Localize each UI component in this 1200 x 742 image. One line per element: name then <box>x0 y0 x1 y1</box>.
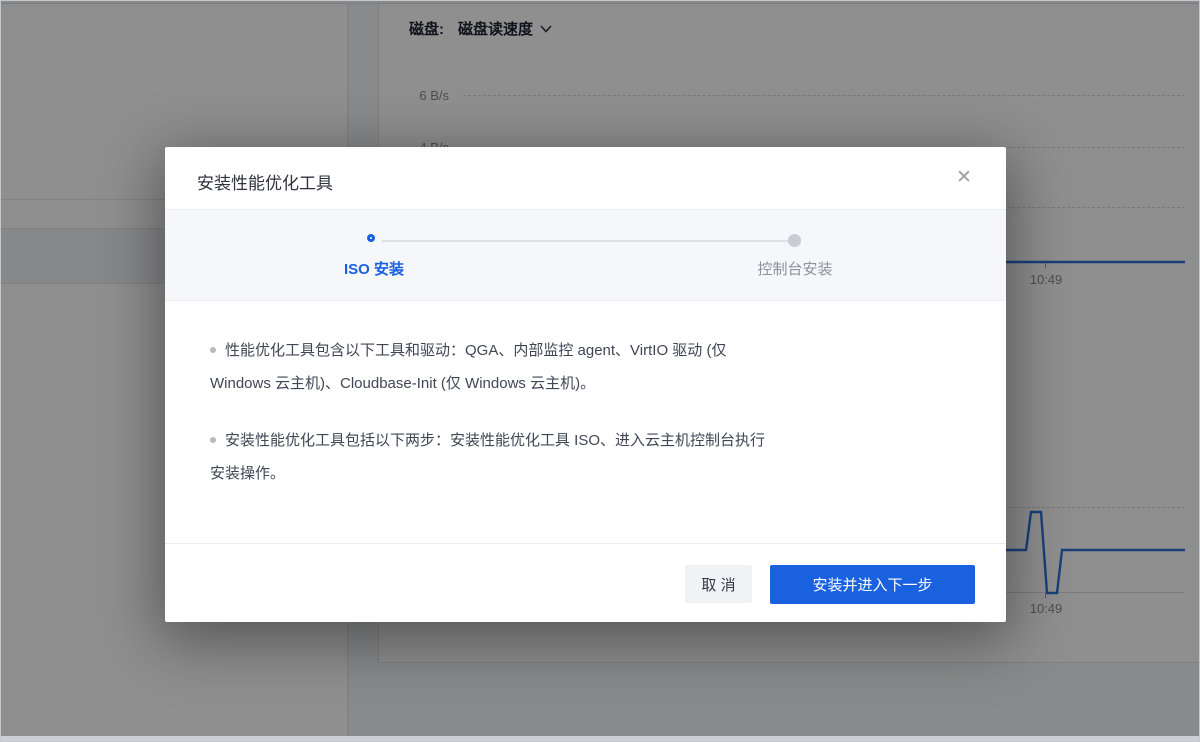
install-next-step-button[interactable]: 安装并进入下一步 <box>770 565 975 604</box>
stepper: ISO 安装 控制台安装 <box>165 210 1006 301</box>
modal-header: 安装性能优化工具 ✕ <box>165 147 1006 210</box>
screen: 磁盘: 磁盘读速度 6 B/s 4 B/s 10:49 <box>0 0 1200 742</box>
bottom-scrollbar[interactable] <box>0 736 1200 742</box>
close-icon[interactable]: ✕ <box>952 166 976 190</box>
modal-body: 性能优化工具包含以下工具和驱动：QGA、内部监控 agent、VirtIO 驱动… <box>165 301 1006 490</box>
bullet-text-line: 安装性能优化工具包括以下两步：安装性能优化工具 ISO、进入云主机控制台执行 <box>225 432 765 449</box>
bullet-item-tools: 性能优化工具包含以下工具和驱动：QGA、内部监控 agent、VirtIO 驱动… <box>210 334 961 400</box>
bullet-dot <box>210 347 216 353</box>
step1-marker-active <box>367 234 375 242</box>
step2-marker-pending <box>788 234 801 247</box>
cancel-button[interactable]: 取 消 <box>685 565 752 603</box>
bullet-text-line: 性能优化工具包含以下工具和驱动：QGA、内部监控 agent、VirtIO 驱动… <box>225 342 726 359</box>
step2-label: 控制台安装 <box>757 258 832 279</box>
modal-footer: 取 消 安装并进入下一步 <box>165 543 1006 622</box>
modal-title: 安装性能优化工具 <box>197 169 333 194</box>
bullet-text-line: Windows 云主机)、Cloudbase-Init (仅 Windows 云… <box>210 375 595 392</box>
bullet-item-steps: 安装性能优化工具包括以下两步：安装性能优化工具 ISO、进入云主机控制台执行安装… <box>210 424 961 490</box>
step1-label: ISO 安装 <box>344 258 404 279</box>
modal-install-tools: 安装性能优化工具 ✕ ISO 安装 控制台安装 性能优化工具包含以下工具和驱动：… <box>165 147 1006 622</box>
bullet-dot <box>210 437 216 443</box>
stepper-connector-line <box>382 240 788 242</box>
bullet-text-line: 安装操作。 <box>210 465 285 482</box>
